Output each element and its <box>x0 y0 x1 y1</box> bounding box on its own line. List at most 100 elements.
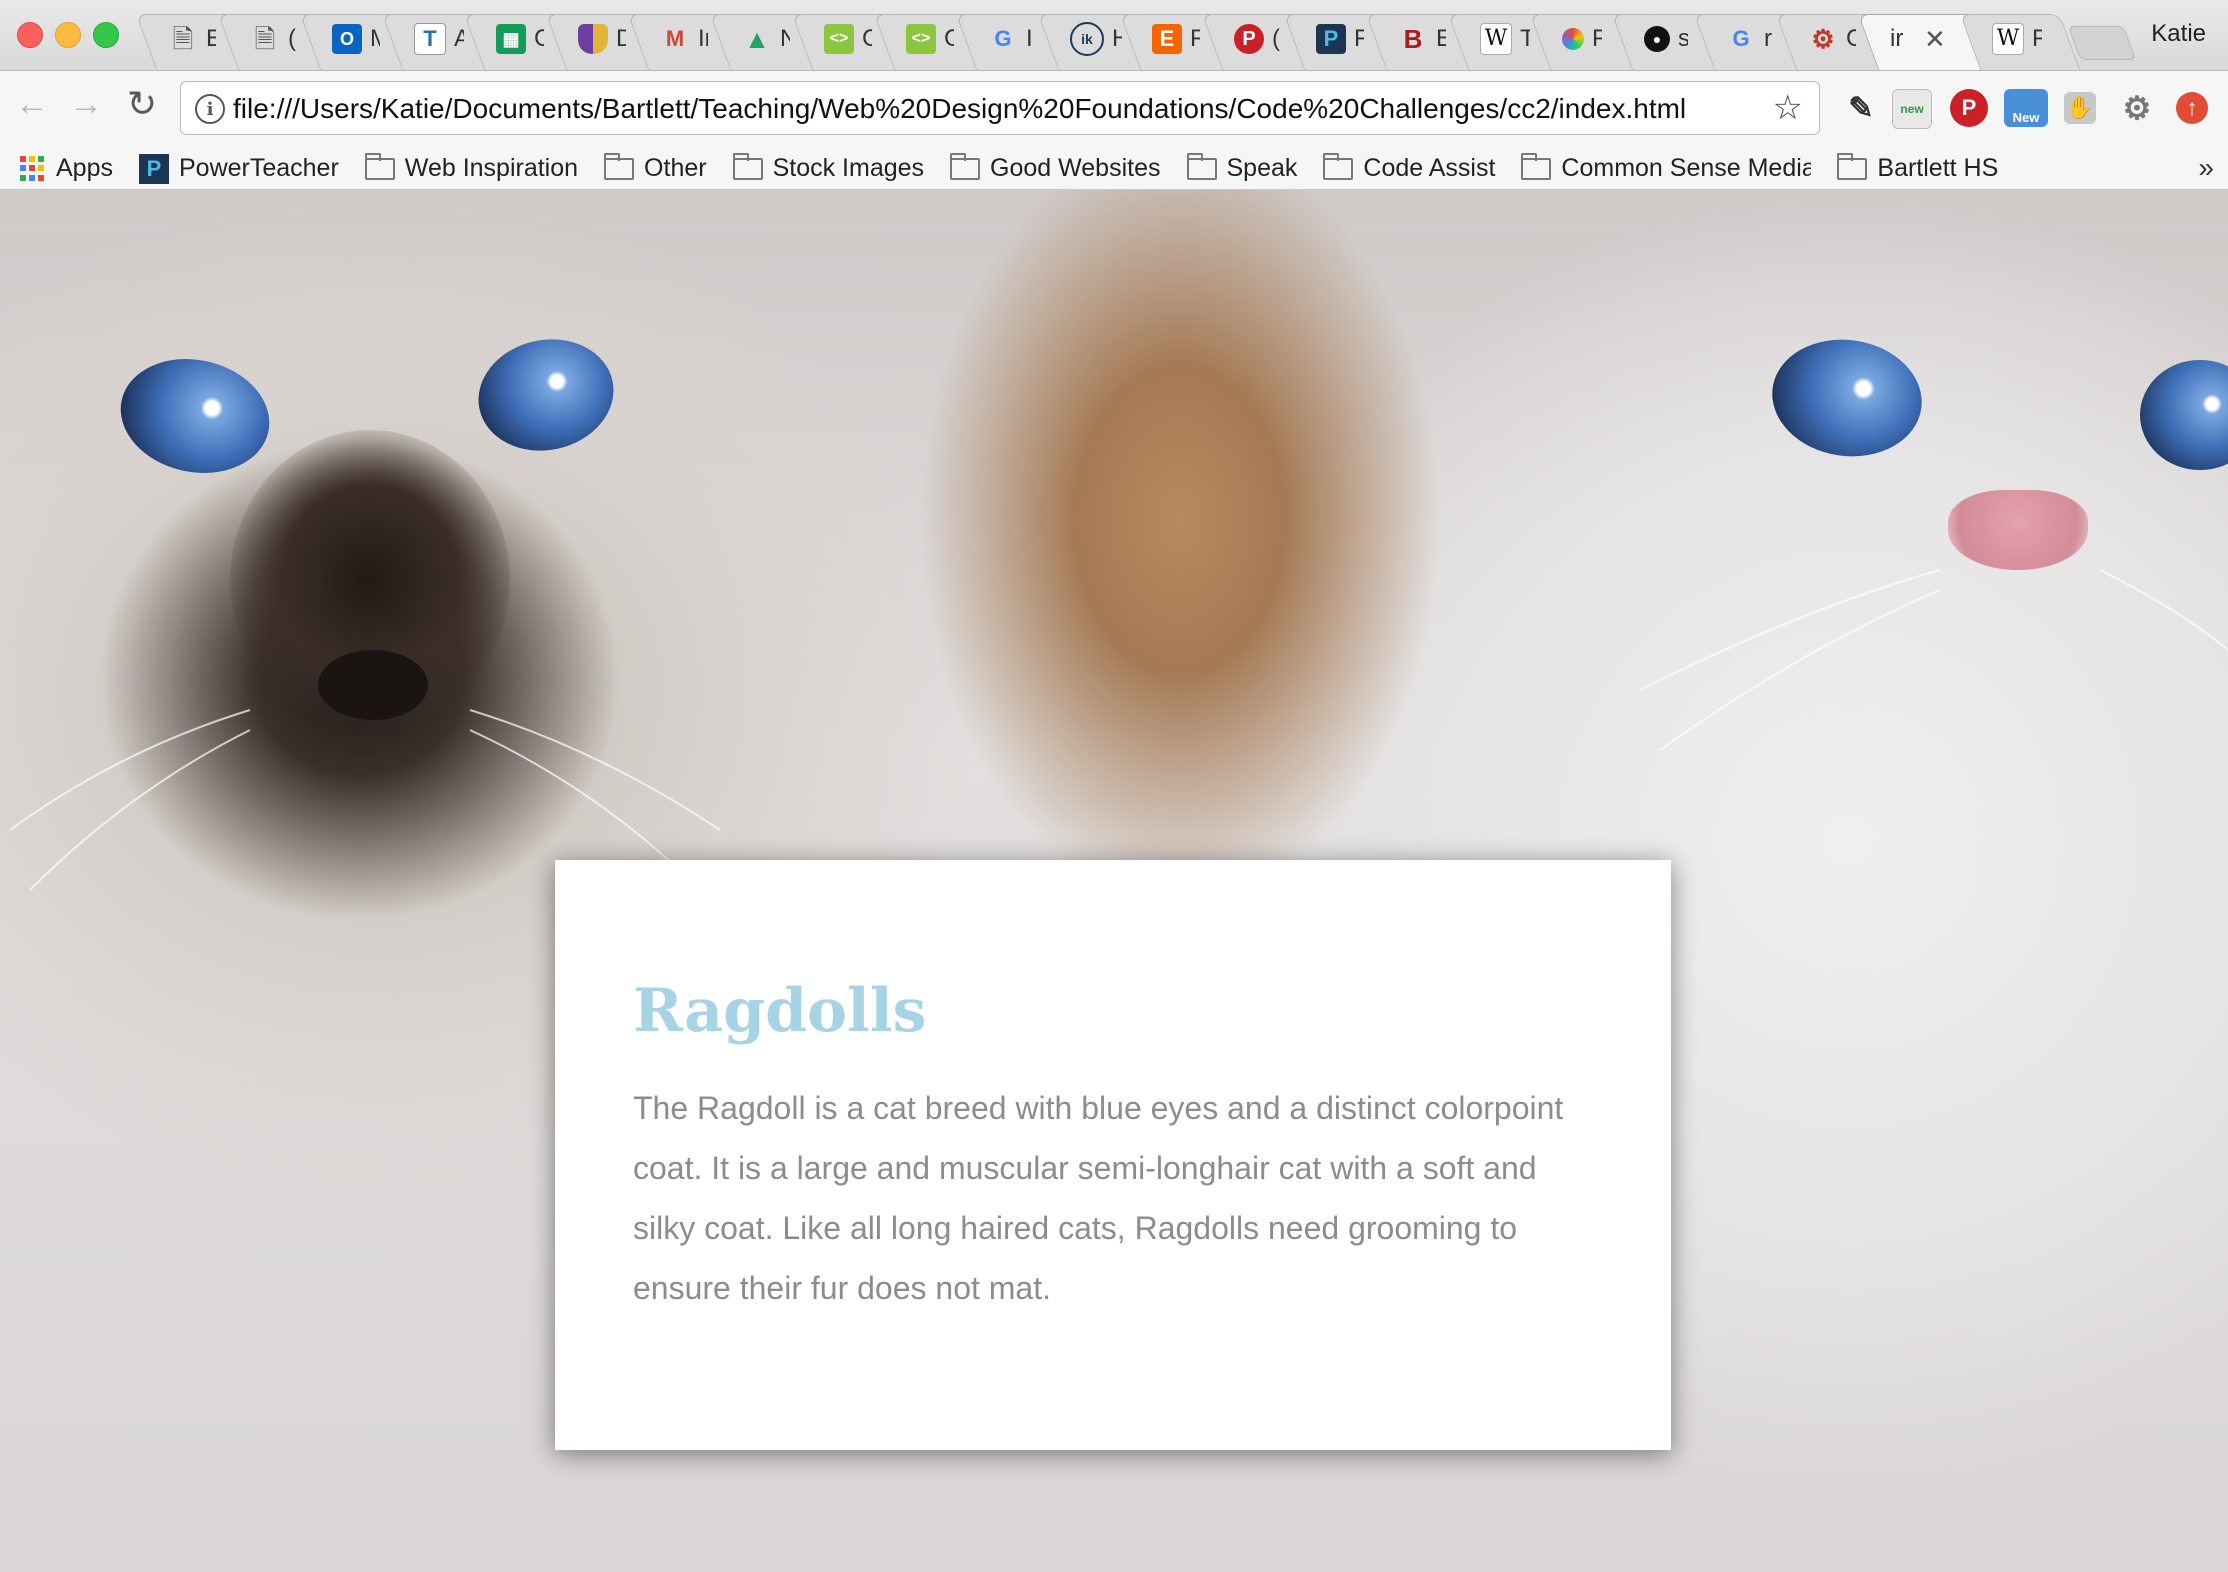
drive-icon: ▲ <box>744 24 770 54</box>
bookmark-stock-images[interactable]: Stock Images <box>732 152 924 183</box>
bookmark-other[interactable]: Other <box>604 152 707 183</box>
powerteacher-icon: P <box>138 153 169 184</box>
folder-icon <box>1521 152 1552 180</box>
tab-label: F <box>1592 25 1602 52</box>
tab-label: ir <box>1890 25 1904 52</box>
tab-label: A <box>454 25 464 52</box>
tab-label: ( <box>1272 25 1280 52</box>
tab-label: C <box>534 25 544 52</box>
tab-17[interactable]: W T <box>1452 8 1542 70</box>
tab-label: I <box>1026 25 1033 52</box>
ext-new-label-2: New <box>2012 110 2040 125</box>
apps-icon <box>20 155 46 182</box>
wikipedia-icon: W <box>1992 23 2024 55</box>
bookmark-star-icon[interactable]: ☆ <box>1773 88 1803 128</box>
more-bookmarks-icon[interactable]: » <box>2198 152 2214 184</box>
tab-9[interactable]: <> C <box>796 8 886 70</box>
bookmark-speak[interactable]: Speak <box>1186 152 1298 183</box>
tab-2[interactable]: 🗎 ( <box>222 8 312 70</box>
tab-7[interactable]: M In <box>632 8 722 70</box>
tab-19[interactable]: ● s <box>1616 8 1706 70</box>
tab-6[interactable]: D <box>550 8 640 70</box>
tab-11[interactable]: G I <box>960 8 1050 70</box>
bookmark-common-sense-media[interactable]: Common Sense Media <box>1521 152 1811 183</box>
e-icon: E <box>1152 24 1182 54</box>
pinterest-icon: P <box>1234 24 1264 54</box>
tab-23[interactable]: W F <box>1964 8 2054 70</box>
github-icon: ● <box>1644 26 1670 52</box>
card-heading: Ragdolls <box>633 976 927 1046</box>
ik-icon: ik <box>1070 22 1104 56</box>
shield-icon <box>578 24 608 54</box>
update-icon[interactable]: ↑ <box>2176 92 2208 124</box>
tab-label: s <box>1678 25 1688 52</box>
tab-15[interactable]: P F <box>1288 8 1378 70</box>
tab-active[interactable]: ir ✕ <box>1862 8 1972 70</box>
outlook-icon: O <box>332 24 362 54</box>
profile-name[interactable]: Katie <box>2151 20 2206 48</box>
bookmark-label: PowerTeacher <box>178 154 339 182</box>
card-body-text: The Ragdoll is a cat breed with blue eye… <box>633 1090 1564 1306</box>
close-window-button[interactable] <box>17 22 43 48</box>
tab-label: M <box>370 25 380 53</box>
bookmark-label: Other <box>644 154 707 182</box>
bookmark-web-inspiration[interactable]: Web Inspiration <box>364 152 578 183</box>
google-icon: G <box>1732 26 1750 51</box>
tab-label: C <box>1846 25 1856 52</box>
tab-4[interactable]: T A <box>386 8 476 70</box>
bookmark-bartlett-hs[interactable]: Bartlett HS <box>1837 152 1999 183</box>
ext-film-icon[interactable]: ⚙ <box>2118 89 2156 127</box>
tab-1[interactable]: 🗎 E <box>140 8 230 70</box>
pinterest-icon[interactable]: P <box>1950 89 1988 127</box>
tab-label: ( <box>288 25 296 52</box>
tab-16[interactable]: B E <box>1370 8 1460 70</box>
forward-arrow-icon[interactable]: → <box>66 85 106 124</box>
bookmark-good-websites[interactable]: Good Websites <box>950 152 1161 183</box>
t-icon: T <box>414 23 446 55</box>
sheets-icon: ▦ <box>496 24 526 54</box>
tab-14[interactable]: P ( <box>1206 8 1296 70</box>
ext-new-icon[interactable]: new <box>1892 89 1932 129</box>
tab-label: r <box>1764 25 1772 52</box>
ext-new-window-icon[interactable]: New <box>2004 89 2048 127</box>
address-bar[interactable]: i file:///Users/Katie/Documents/Bartlett… <box>180 81 1820 135</box>
folder-icon <box>364 152 395 180</box>
tab-20[interactable]: G r <box>1698 8 1788 70</box>
browser-toolbar: ← → ↻ i file:///Users/Katie/Documents/Ba… <box>0 70 2228 149</box>
tab-5[interactable]: ▦ C <box>468 8 558 70</box>
bookmark-apps[interactable]: Apps <box>20 154 113 183</box>
reload-icon[interactable]: ↻ <box>122 83 162 125</box>
zoom-window-button[interactable] <box>93 22 119 48</box>
folder-icon <box>950 152 981 180</box>
tab-12[interactable]: ik H <box>1042 8 1132 70</box>
tab-10[interactable]: <> C <box>878 8 968 70</box>
powerteacher-icon: P <box>1316 24 1346 54</box>
tab-21[interactable]: ⚙ C <box>1780 8 1870 70</box>
minimize-window-button[interactable] <box>55 22 81 48</box>
tab-18[interactable]: F <box>1534 8 1624 70</box>
tabs: 🗎 E 🗎 ( O M T A ▦ C D M In ▲ N <box>140 8 2070 70</box>
new-tab-button[interactable] <box>2067 26 2137 60</box>
back-arrow-icon[interactable]: ← <box>12 85 52 124</box>
address-url[interactable]: file:///Users/Katie/Documents/Bartlett/T… <box>233 93 1686 125</box>
bookmark-label: Speak <box>1226 154 1298 182</box>
tab-label: C <box>944 25 954 52</box>
tab-8[interactable]: ▲ N <box>714 8 804 70</box>
wikipedia-icon: W <box>1480 23 1512 55</box>
tab-13[interactable]: E F <box>1124 8 1214 70</box>
close-tab-icon[interactable]: ✕ <box>1924 24 1946 55</box>
gmail-icon: M <box>665 26 685 51</box>
eyedropper-icon[interactable]: ✎ <box>1842 89 1880 127</box>
bookmark-code-assist[interactable]: Code Assist <box>1323 152 1495 183</box>
colorwheel-icon <box>1562 28 1584 50</box>
tab-label: N <box>780 25 790 52</box>
b-icon: B <box>1403 24 1423 54</box>
tab-label: E <box>1436 25 1446 52</box>
ext-hand-icon[interactable]: ✋ <box>2064 92 2096 124</box>
tab-3[interactable]: O M <box>304 8 394 70</box>
bookmark-label: Bartlett HS <box>1877 154 1999 182</box>
page-icon: 🗎 <box>254 24 276 54</box>
tab-label: D <box>616 25 626 52</box>
info-icon[interactable]: i <box>195 94 225 124</box>
bookmark-powerteacher[interactable]: P PowerTeacher <box>138 153 339 184</box>
